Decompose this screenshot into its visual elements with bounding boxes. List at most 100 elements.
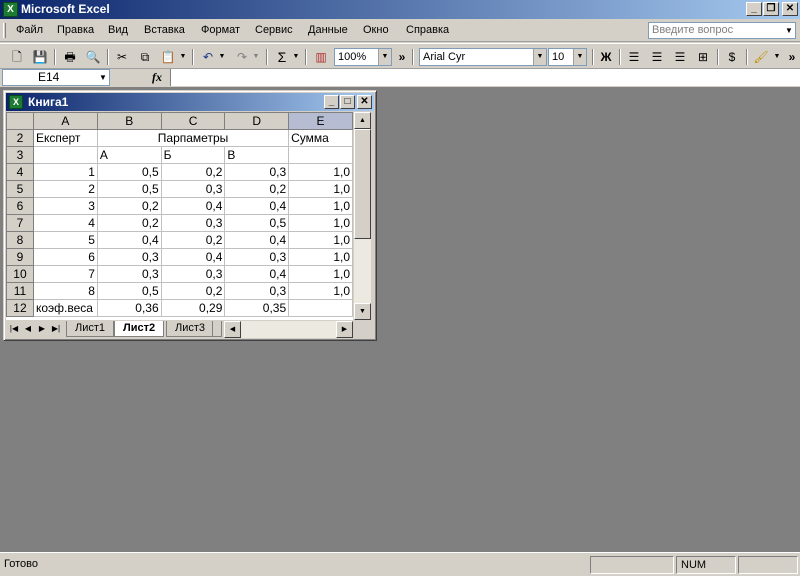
cell[interactable]: 0,35 [224, 299, 290, 317]
row-header[interactable]: 11 [6, 282, 34, 300]
scroll-right-icon[interactable]: ▶ [336, 321, 353, 338]
row-header[interactable]: 3 [6, 146, 34, 164]
menu-grip[interactable] [3, 23, 6, 38]
undo-dropdown-icon[interactable]: ▼ [216, 47, 228, 67]
paste-dropdown-icon[interactable]: ▼ [177, 47, 189, 67]
insert-function-icon[interactable]: fx [152, 70, 162, 85]
save-icon[interactable]: 💾 [29, 47, 51, 67]
print-preview-icon[interactable]: 🔍 [82, 47, 104, 67]
cell[interactable]: 0,29 [160, 299, 226, 317]
workbook-maximize-button[interactable]: □ [340, 95, 355, 109]
column-header-b[interactable]: B [96, 112, 162, 130]
name-box[interactable]: E14 ▼ [2, 69, 110, 86]
row-header[interactable]: 5 [6, 180, 34, 198]
vertical-scrollbar[interactable]: ▲ ▼ [354, 112, 371, 320]
cell[interactable]: 0,5 [96, 282, 162, 300]
cell[interactable]: 1,0 [288, 180, 353, 198]
sheet-tab-1[interactable]: Лист1 [66, 321, 115, 337]
cell[interactable]: 0,3 [160, 180, 226, 198]
cell[interactable]: 0,2 [224, 180, 290, 198]
redo-dropdown-icon[interactable]: ▼ [250, 47, 262, 67]
menu-tools[interactable]: Сервис [255, 23, 293, 38]
cell[interactable]: 1,0 [288, 163, 353, 181]
font-size-select[interactable]: 10 ▼ [548, 48, 587, 66]
more-buttons-icon[interactable]: » [785, 47, 799, 67]
align-right-icon[interactable]: ☰ [669, 47, 691, 67]
cell[interactable]: 0,4 [96, 231, 162, 249]
chevron-down-icon[interactable]: ▼ [573, 49, 586, 65]
cell[interactable]: 0,5 [224, 214, 290, 232]
row-header[interactable]: 12 [6, 299, 34, 317]
cell[interactable] [32, 146, 98, 164]
chevron-down-icon[interactable]: ▼ [378, 49, 391, 65]
cell[interactable]: 0,2 [160, 282, 226, 300]
cell[interactable]: 0,3 [96, 265, 162, 283]
first-sheet-icon[interactable]: |◀ [8, 322, 20, 336]
paste-icon[interactable]: 📋 [157, 47, 179, 67]
cell[interactable]: 1 [32, 163, 98, 181]
menu-view[interactable]: Вид [108, 23, 128, 38]
cell[interactable]: Сумма [288, 129, 353, 147]
autosum-dropdown-icon[interactable]: ▼ [290, 47, 302, 67]
zoom-select[interactable]: 100% ▼ [334, 48, 392, 66]
workbook-minimize-button[interactable]: _ [324, 95, 339, 109]
scroll-down-icon[interactable]: ▼ [354, 303, 371, 320]
cell[interactable]: 0,4 [160, 248, 226, 266]
workbook-title-bar[interactable]: X Книга1 _ □ ✕ [6, 93, 374, 111]
font-name-select[interactable]: Arial Cyr ▼ [419, 48, 547, 66]
cell[interactable]: 0,2 [160, 231, 226, 249]
cell[interactable]: 0,5 [96, 163, 162, 181]
next-sheet-icon[interactable]: ▶ [36, 322, 48, 336]
cell[interactable]: Експерт [32, 129, 98, 147]
vertical-scroll-thumb[interactable] [354, 129, 371, 239]
cell[interactable]: 8 [32, 282, 98, 300]
align-center-icon[interactable]: ☰ [646, 47, 668, 67]
excel-app-icon[interactable]: X [3, 2, 18, 17]
scroll-left-icon[interactable]: ◀ [224, 321, 241, 338]
cell[interactable]: Б [160, 146, 226, 164]
prev-sheet-icon[interactable]: ◀ [22, 322, 34, 336]
cell[interactable]: 1,0 [288, 214, 353, 232]
menu-edit[interactable]: Правка [57, 23, 94, 38]
fill-color-icon[interactable]: 🖌 [750, 47, 772, 67]
cell[interactable]: 0,5 [96, 180, 162, 198]
cell[interactable]: В [224, 146, 290, 164]
horizontal-scrollbar[interactable]: ◀ ▶ [224, 321, 353, 338]
cell[interactable] [288, 299, 353, 317]
close-button[interactable]: ✕ [782, 2, 798, 16]
cell[interactable]: 1,0 [288, 265, 353, 283]
fill-color-dropdown-icon[interactable]: ▼ [771, 47, 783, 67]
cell[interactable]: 0,2 [96, 197, 162, 215]
chevron-down-icon[interactable]: ▼ [97, 70, 109, 85]
spreadsheet-grid[interactable]: A B C D E 2 Експерт Парпаметры Сумма 3 А… [6, 112, 353, 320]
cell[interactable]: 0,4 [224, 265, 290, 283]
cell[interactable]: 0,3 [224, 248, 290, 266]
cell[interactable]: 0,36 [96, 299, 162, 317]
row-header[interactable]: 4 [6, 163, 34, 181]
row-header[interactable]: 2 [6, 129, 34, 147]
sheet-tab-3[interactable]: Лист3 [166, 321, 215, 337]
menu-help[interactable]: Справка [406, 23, 449, 38]
cell[interactable]: 1,0 [288, 197, 353, 215]
chevron-down-icon[interactable]: ▼ [533, 49, 546, 65]
chevron-down-icon[interactable]: ▼ [783, 23, 795, 38]
copy-icon[interactable]: ⧉ [134, 47, 156, 67]
cell[interactable]: 1,0 [288, 248, 353, 266]
align-left-icon[interactable]: ☰ [623, 47, 645, 67]
currency-icon[interactable]: $ [721, 47, 743, 67]
cell[interactable]: 2 [32, 180, 98, 198]
more-buttons-icon[interactable]: » [395, 47, 409, 67]
row-header[interactable]: 7 [6, 214, 34, 232]
cell[interactable]: 5 [32, 231, 98, 249]
cell[interactable]: 0,3 [160, 265, 226, 283]
row-header[interactable]: 6 [6, 197, 34, 215]
cell[interactable]: Парпаметры [96, 129, 290, 147]
cell[interactable]: 1,0 [288, 282, 353, 300]
row-header[interactable]: 9 [6, 248, 34, 266]
cell[interactable]: 6 [32, 248, 98, 266]
print-icon[interactable]: 🖶 [59, 47, 81, 67]
column-header-c[interactable]: C [160, 112, 226, 130]
column-header-d[interactable]: D [224, 112, 290, 130]
ask-question-input[interactable]: Введите вопрос ▼ [648, 22, 796, 39]
column-header-a[interactable]: A [32, 112, 98, 130]
